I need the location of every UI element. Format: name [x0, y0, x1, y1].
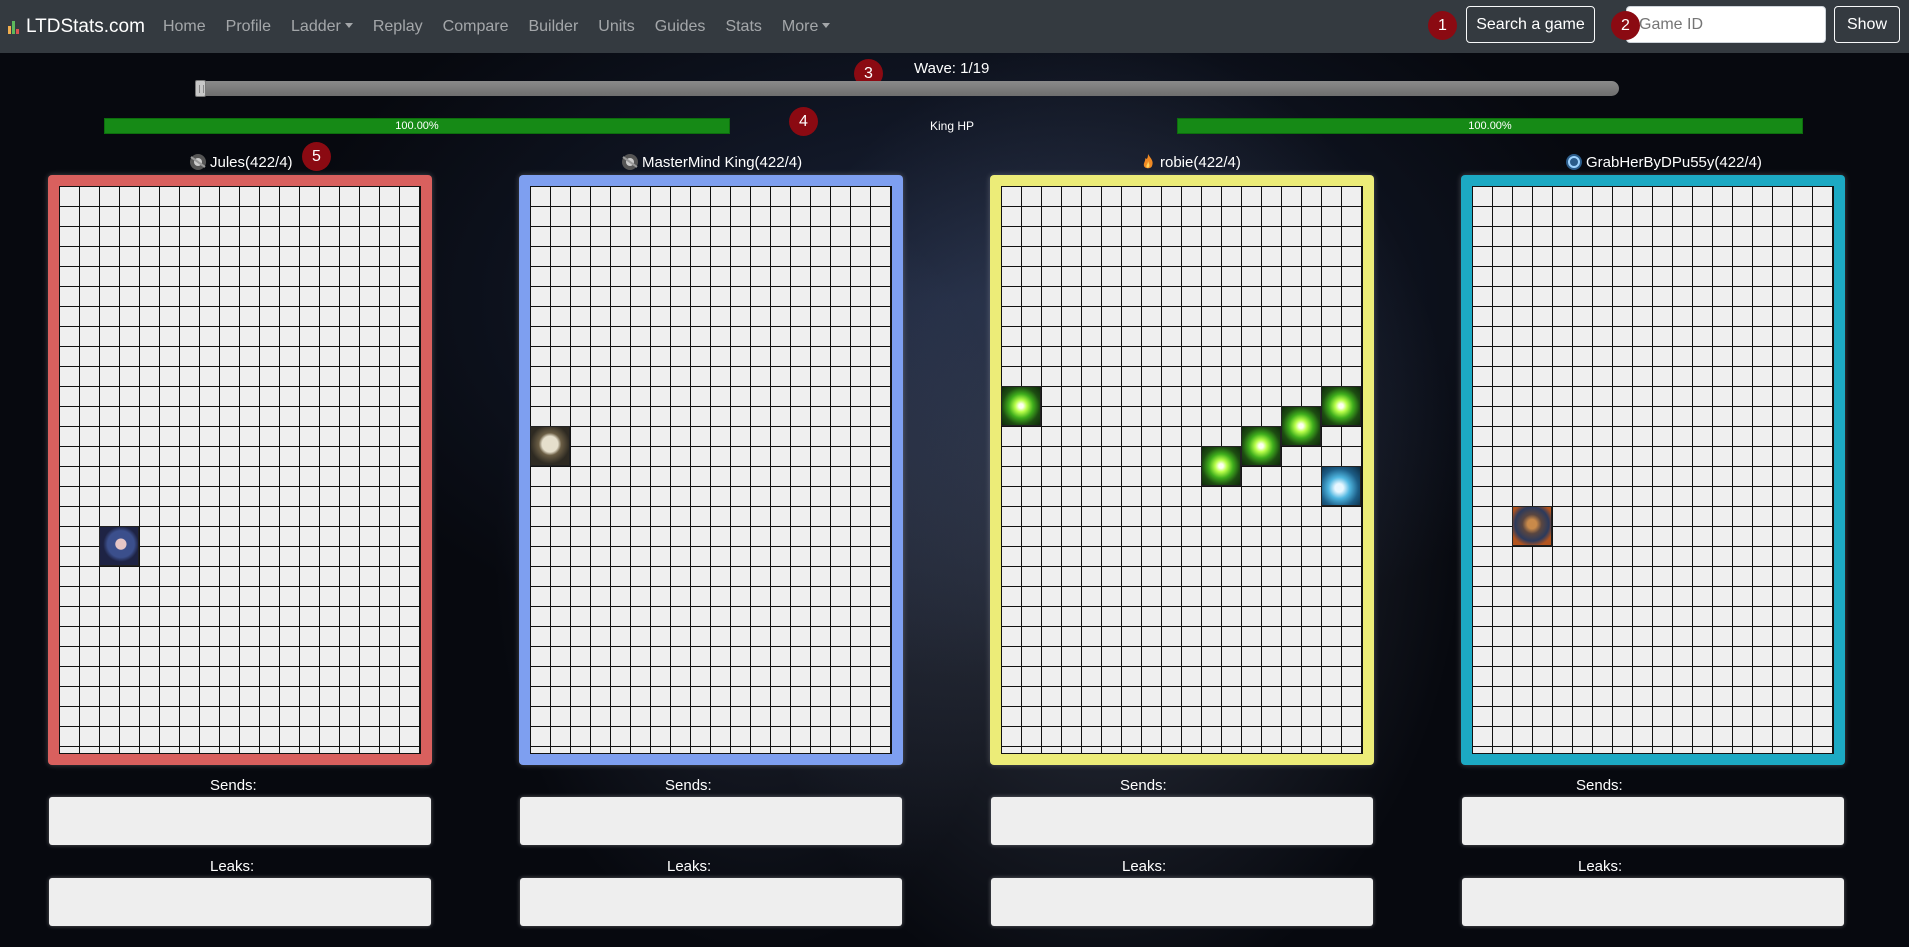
nav-home[interactable]: Home [153, 18, 216, 36]
wave-label: Wave: 1/19 [914, 60, 990, 77]
nav-units[interactable]: Units [588, 18, 644, 36]
player-2-grid[interactable] [530, 186, 892, 754]
mech-legion-icon [188, 152, 208, 172]
player-2-sends-box [520, 797, 902, 845]
show-button[interactable]: Show [1834, 6, 1900, 43]
player-3-leaks-box [991, 878, 1373, 926]
annotation-marker-4: 4 [789, 107, 818, 136]
mech-legion-icon [620, 152, 640, 172]
green-orb-unit-icon[interactable] [1241, 426, 1281, 466]
player-3-sends-box [991, 797, 1373, 845]
king-hp-fill-left: 100.00% [105, 119, 729, 133]
bar-chart-logo-icon [8, 20, 22, 34]
green-orb-unit-icon[interactable] [1321, 386, 1361, 426]
player-1-grid[interactable] [59, 186, 421, 754]
player-2-sends-label: Sends: [665, 777, 712, 794]
player-3-leaks-label: Leaks: [1122, 858, 1167, 875]
king-hp-fill-right: 100.00% [1178, 119, 1802, 133]
wave-slider-handle[interactable] [195, 80, 206, 97]
player-1-leaks-label: Leaks: [210, 858, 255, 875]
brand[interactable]: LTDStats.com [8, 16, 145, 38]
player-4-leaks-box [1462, 878, 1844, 926]
wave-slider-track[interactable] [195, 81, 1619, 96]
king-hp-label: King HP [930, 119, 975, 133]
king-hp-percent-right: 100.00% [1468, 120, 1512, 132]
caret-down-icon [822, 22, 831, 28]
player-3-grid[interactable] [1001, 186, 1363, 754]
nav-guides[interactable]: Guides [645, 18, 716, 36]
player-4-board [1461, 175, 1845, 765]
ice-elemental-unit-icon[interactable] [1321, 466, 1361, 506]
king-hp-bar-right: 100.00% [1177, 118, 1803, 134]
player-1-name[interactable]: Jules(422/4) [188, 152, 293, 172]
player-3-board [990, 175, 1374, 765]
search-game-button[interactable]: Search a game [1466, 6, 1595, 43]
nav-profile[interactable]: Profile [216, 18, 281, 36]
nav-builder[interactable]: Builder [518, 18, 588, 36]
player-1-leaks-box [49, 878, 431, 926]
player-2-leaks-label: Leaks: [667, 858, 712, 875]
caret-down-icon [344, 22, 353, 28]
king-hp-bar-left: 100.00% [104, 118, 730, 134]
player-2-board [519, 175, 903, 765]
player-4-name[interactable]: GrabHerByDPu55y(422/4) [1564, 152, 1762, 172]
brand-name: LTDStats.com [26, 15, 145, 37]
green-orb-unit-icon[interactable] [1281, 406, 1321, 446]
player-3-name[interactable]: robie(422/4) [1138, 152, 1241, 172]
annotation-marker-2: 2 [1611, 11, 1640, 40]
king-hp-percent-left: 100.00% [395, 120, 439, 132]
player-1-sends-label: Sends: [210, 777, 257, 794]
player-4-leaks-label: Leaks: [1578, 858, 1623, 875]
skull-golem-unit-icon[interactable] [530, 426, 570, 466]
player-2-name[interactable]: MasterMind King(422/4) [620, 152, 802, 172]
nav-more-dropdown[interactable]: More [772, 18, 840, 36]
element-legion-icon [1564, 152, 1584, 172]
green-orb-unit-icon[interactable] [1201, 446, 1241, 486]
nav-ladder-dropdown[interactable]: Ladder [281, 18, 363, 36]
player-4-sends-label: Sends: [1576, 777, 1623, 794]
green-orb-unit-icon[interactable] [1001, 386, 1041, 426]
fire-legion-icon [1138, 152, 1158, 172]
player-1-sends-box [49, 797, 431, 845]
nav-replay[interactable]: Replay [363, 18, 433, 36]
nav-stats[interactable]: Stats [715, 18, 771, 36]
player-3-sends-label: Sends: [1120, 777, 1167, 794]
annotation-marker-1: 1 [1428, 11, 1457, 40]
nav-compare[interactable]: Compare [433, 18, 519, 36]
player-4-grid[interactable] [1472, 186, 1834, 754]
game-id-input[interactable] [1626, 6, 1826, 43]
player-4-sends-box [1462, 797, 1844, 845]
player-2-leaks-box [520, 878, 902, 926]
player-1-board [48, 175, 432, 765]
fire-knight-unit-icon[interactable] [1512, 506, 1552, 546]
hooded-mage-unit-icon[interactable] [99, 526, 139, 566]
annotation-marker-5: 5 [302, 142, 331, 171]
nav-links: Home Profile Ladder Replay Compare Build… [153, 18, 840, 36]
